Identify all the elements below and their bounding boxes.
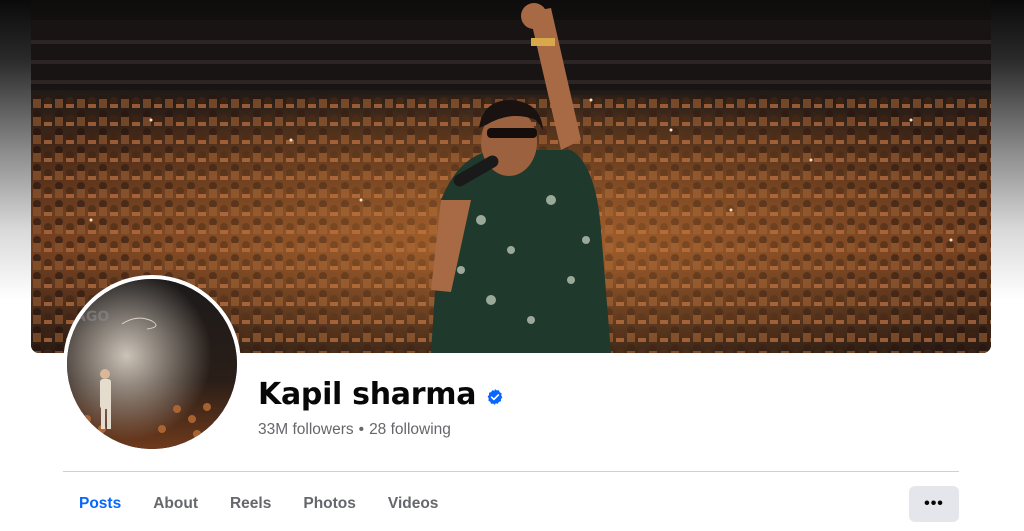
profile-photo-icon: AGO (67, 279, 237, 449)
profile-name-row: Kapil sharma (258, 377, 504, 412)
followers-count-link[interactable]: 33M followers (258, 421, 354, 439)
following-count-link[interactable]: 28 following (369, 421, 451, 439)
profile-stats: 33M followers • 28 following (258, 421, 451, 439)
tab-about[interactable]: About (137, 480, 214, 528)
stats-separator: • (358, 421, 365, 438)
more-options-button[interactable]: ••• (909, 486, 959, 522)
profile-avatar[interactable]: AGO (63, 275, 241, 453)
divider (63, 471, 959, 472)
profile-name: Kapil sharma (258, 377, 477, 412)
svg-text:AGO: AGO (75, 309, 109, 325)
profile-page: AGO Kapil sharma 33M followers • 28 foll… (0, 0, 1024, 531)
tab-photos[interactable]: Photos (287, 480, 372, 528)
profile-tabs: Posts About Reels Photos Videos (63, 480, 454, 528)
tab-reels[interactable]: Reels (214, 480, 287, 528)
tab-posts[interactable]: Posts (63, 480, 137, 528)
verified-badge-icon[interactable] (486, 388, 504, 406)
more-horizontal-icon: ••• (924, 495, 944, 512)
tab-videos[interactable]: Videos (372, 480, 455, 528)
